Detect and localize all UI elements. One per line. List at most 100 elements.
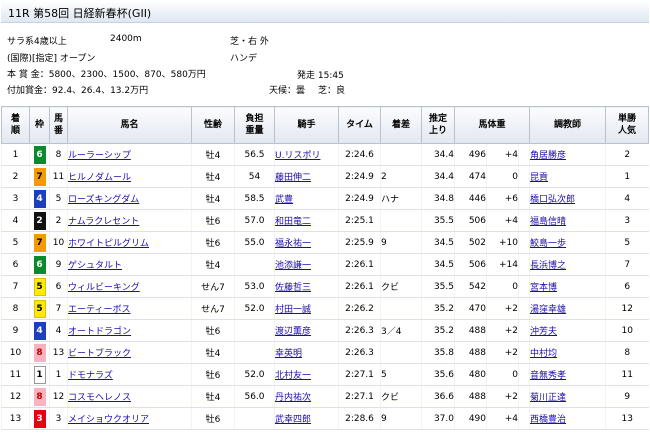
- finish-cell: 5: [1, 231, 30, 254]
- horse-link[interactable]: ゲシュタルト: [69, 261, 123, 271]
- weight-diff-cell: 0: [486, 165, 519, 188]
- finish-cell: 9: [1, 319, 30, 342]
- jockey-link[interactable]: 武豊: [276, 195, 294, 205]
- horse-link[interactable]: ウィルビーキング: [69, 283, 140, 293]
- weight-cell: [234, 407, 275, 430]
- jockey-link[interactable]: 武幸四郎: [276, 415, 312, 425]
- jockey-cell: 福永祐一: [274, 231, 339, 254]
- umaban-cell: 4: [49, 319, 68, 342]
- jockey-link[interactable]: 佐藤哲三: [276, 283, 312, 293]
- popularity-cell: 1: [605, 165, 649, 188]
- jockey-link[interactable]: 北村友一: [276, 371, 312, 381]
- trainer-link[interactable]: 鮫島一歩: [531, 239, 567, 249]
- jockey-link[interactable]: 和田竜二: [276, 217, 312, 227]
- jockey-link[interactable]: 渡辺薫彦: [276, 327, 312, 337]
- popularity-cell: 10: [605, 319, 649, 342]
- umaban-cell: 6: [49, 275, 68, 298]
- trainer-cell: 宮本博: [529, 275, 606, 298]
- weight-diff-cell: +4: [486, 143, 519, 166]
- waku-badge: 2: [33, 211, 46, 230]
- margin-cell: 3／4: [380, 319, 422, 342]
- spacer-cell: [517, 231, 530, 254]
- horse-link[interactable]: ビートブラック: [69, 349, 132, 359]
- weight-diff-cell: +2: [486, 297, 519, 320]
- horse-link[interactable]: ナムラクレセント: [69, 217, 140, 227]
- body-weight-cell: 490: [454, 407, 487, 430]
- waku-cell: 5: [29, 297, 50, 320]
- umaban-cell: 5: [49, 187, 68, 210]
- horse-cell: ウィルビーキング: [67, 275, 192, 298]
- jockey-cell: 幸英明: [274, 341, 339, 364]
- jockey-cell: 和田竜二: [274, 209, 339, 232]
- weight-cell: 53.0: [234, 275, 275, 298]
- horse-link[interactable]: コスモヘレノス: [69, 393, 132, 403]
- body-weight-cell: 470: [454, 297, 487, 320]
- finish-cell: 12: [1, 385, 30, 408]
- popularity-cell: 13: [605, 407, 649, 430]
- trainer-link[interactable]: 福島信晴: [531, 217, 567, 227]
- race-start-time: 発走 15:45: [297, 71, 344, 81]
- horse-link[interactable]: ルーラーシップ: [69, 151, 131, 161]
- weight-diff-cell: +10: [486, 231, 519, 254]
- sex-age-cell: 牡4: [191, 187, 235, 210]
- table-row: 9 4 4 オートドラゴン 牡6 渡辺薫彦 2:26.3 3／4 35.2 488 +2 沖芳夫 10: [1, 319, 649, 342]
- weight-cell: [234, 341, 275, 364]
- margin-cell: 9: [380, 407, 422, 430]
- time-cell: 2:24.9: [338, 165, 381, 188]
- horse-link[interactable]: オートドラゴン: [69, 327, 132, 337]
- popularity-cell: 12: [605, 297, 649, 320]
- horse-link[interactable]: メイショウクオリア: [69, 415, 150, 425]
- trainer-link[interactable]: 宮本博: [531, 283, 558, 293]
- weight-diff-cell: +2: [486, 385, 519, 408]
- trainer-link[interactable]: 角居勝彦: [531, 151, 567, 161]
- jockey-link[interactable]: 村田一誠: [276, 305, 312, 315]
- jockey-link[interactable]: 池添謙一: [276, 261, 312, 271]
- weight-cell: 52.0: [234, 297, 275, 320]
- finish-cell: 6: [1, 253, 30, 276]
- jockey-link[interactable]: 藤田伸二: [276, 173, 312, 183]
- horse-cell: ホワイトピルグリム: [67, 231, 192, 254]
- trainer-link[interactable]: 長浜博之: [531, 261, 567, 271]
- spacer-cell: [517, 319, 530, 342]
- trainer-link[interactable]: 音無秀孝: [531, 371, 567, 381]
- trainer-link[interactable]: 沖芳夫: [531, 327, 558, 337]
- jockey-link[interactable]: 丹内祐次: [276, 393, 312, 403]
- trainer-link[interactable]: 湯窪幸雄: [531, 305, 567, 315]
- jockey-link[interactable]: 福永祐一: [276, 239, 312, 249]
- umaban-cell: 3: [49, 407, 68, 430]
- col-time: タイム: [338, 106, 381, 144]
- weight-cell: 56.0: [234, 385, 275, 408]
- waku-badge: 8: [33, 387, 46, 406]
- horse-link[interactable]: ドモナラズ: [69, 371, 113, 381]
- finish-cell: 4: [1, 209, 30, 232]
- finish-cell: 11: [1, 363, 30, 386]
- trainer-link[interactable]: 西橋豊治: [531, 415, 567, 425]
- finish-cell: 1: [1, 143, 30, 166]
- waku-badge: 5: [33, 277, 46, 296]
- trainer-cell: 沖芳夫: [529, 319, 606, 342]
- table-row: 7 5 6 ウィルビーキング せん7 53.0 佐藤哲三 2:26.1 クビ 35.5 542 0 宮本…: [1, 275, 649, 298]
- sex-age-cell: 牡4: [191, 253, 235, 276]
- trainer-link[interactable]: 昆貢: [531, 173, 549, 183]
- jockey-link[interactable]: 幸英明: [276, 349, 303, 359]
- horse-cell: オートドラゴン: [67, 319, 192, 342]
- weight-diff-cell: +6: [486, 187, 519, 210]
- horse-link[interactable]: ローズキングダム: [69, 195, 140, 205]
- waku-badge: 8: [33, 343, 46, 362]
- trainer-link[interactable]: 橋口弘次郎: [531, 195, 576, 205]
- horse-link[interactable]: ホワイトピルグリム: [69, 239, 150, 249]
- body-weight-cell: 488: [454, 385, 487, 408]
- jockey-link[interactable]: U.リスポリ: [276, 151, 321, 161]
- horse-link[interactable]: エーティーボス: [69, 305, 131, 315]
- horse-link[interactable]: ヒルノダムール: [69, 173, 132, 183]
- spacer-cell: [517, 407, 530, 430]
- trainer-link[interactable]: 菊川正達: [531, 393, 567, 403]
- table-row: 8 5 7 エーティーボス せん7 52.0 村田一誠 2:26.2 35.2 470 +2 湯窪幸雄…: [1, 297, 649, 320]
- waku-cell: 4: [29, 187, 50, 210]
- time-cell: 2:25.1: [338, 209, 381, 232]
- col-last3f: 推定 上り: [421, 106, 455, 144]
- trainer-link[interactable]: 中村均: [531, 349, 558, 359]
- last3f-cell: 34.5: [421, 253, 455, 276]
- sex-age-cell: 牡4: [191, 165, 235, 188]
- weight-cell: 55.0: [234, 231, 275, 254]
